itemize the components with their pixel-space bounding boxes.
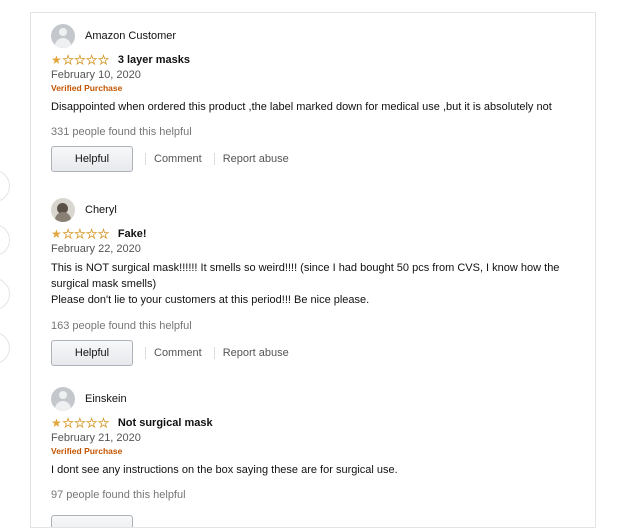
star-empty-icon: ★ [86, 416, 98, 430]
helpful-count: 163 people found this helpful [51, 320, 192, 332]
star-empty-icon: ★ [86, 227, 98, 241]
helpful-count: 97 people found this helpful [51, 489, 186, 501]
star-empty-icon: ★ [98, 53, 110, 67]
review-title[interactable]: Not surgical mask [118, 417, 213, 429]
star-filled-icon: ★ [51, 227, 62, 241]
star-empty-icon: ★ [98, 416, 110, 430]
circle-icon [0, 332, 10, 364]
star-empty-icon: ★ [74, 227, 86, 241]
star-filled-icon: ★ [51, 416, 62, 430]
review-body: This is NOT surgical mask!!!!!! It smell… [51, 262, 560, 290]
helpful-button[interactable]: Helpful [51, 146, 133, 172]
star-rating[interactable]: ★ ★ ★ ★ ★ [51, 416, 110, 430]
star-empty-icon: ★ [86, 53, 98, 67]
default-avatar-icon [51, 24, 75, 48]
circle-icon [0, 224, 10, 256]
circle-icon [0, 170, 10, 202]
star-rating[interactable]: ★ ★ ★ ★ ★ [51, 53, 110, 67]
comment-link[interactable]: Comment [154, 153, 202, 165]
reviewer-profile[interactable]: Amazon Customer [51, 23, 591, 49]
reviewer-name[interactable]: Cheryl [85, 204, 117, 216]
divider [145, 153, 146, 165]
default-avatar-icon [51, 387, 75, 411]
review-title[interactable]: 3 layer masks [118, 54, 190, 66]
reviewer-profile[interactable]: Einskein [51, 386, 591, 412]
verified-purchase-badge: Verified Purchase [51, 83, 123, 93]
review-2: Cheryl ★ ★ ★ ★ ★ Fake! February 22, 2020… [51, 197, 591, 366]
verified-purchase-badge: Verified Purchase [51, 446, 123, 456]
divider [213, 153, 215, 165]
divider [213, 347, 215, 359]
helpful-count: 331 people found this helpful [51, 126, 192, 138]
star-rating[interactable]: ★ ★ ★ ★ ★ [51, 227, 110, 241]
review-date: February 22, 2020 [51, 243, 141, 255]
helpful-button[interactable]: Helpful [51, 340, 133, 366]
reviewer-name[interactable]: Amazon Customer [85, 30, 176, 42]
photo-avatar-icon [51, 198, 75, 222]
reviews-panel: Amazon Customer ★ ★ ★ ★ ★ 3 layer masks … [30, 12, 596, 528]
comment-link[interactable]: Comment [154, 347, 202, 359]
star-empty-icon: ★ [62, 53, 74, 67]
review-date: February 10, 2020 [51, 69, 141, 81]
review-1: Amazon Customer ★ ★ ★ ★ ★ 3 layer masks … [51, 23, 591, 172]
review-body: I dont see any instructions on the box s… [51, 464, 398, 476]
star-empty-icon: ★ [62, 416, 74, 430]
review-title[interactable]: Fake! [118, 228, 147, 240]
star-empty-icon: ★ [74, 416, 86, 430]
divider [145, 347, 146, 359]
star-filled-icon: ★ [51, 53, 62, 67]
reviewer-name[interactable]: Einskein [85, 393, 127, 405]
star-empty-icon: ★ [62, 227, 74, 241]
reviewer-profile[interactable]: Cheryl [51, 197, 591, 223]
review-body: Disappointed when ordered this product ,… [51, 101, 552, 113]
star-empty-icon: ★ [98, 227, 110, 241]
left-decoration [0, 170, 10, 386]
report-abuse-link[interactable]: Report abuse [223, 153, 289, 165]
review-3: Einskein ★ ★ ★ ★ ★ Not surgical mask Feb… [51, 386, 591, 501]
review-date: February 21, 2020 [51, 432, 141, 444]
circle-icon [0, 278, 10, 310]
star-empty-icon: ★ [74, 53, 86, 67]
report-abuse-link[interactable]: Report abuse [223, 347, 289, 359]
review-body-2: Please don't lie to your customers at th… [51, 294, 370, 306]
helpful-button-partial[interactable] [51, 515, 133, 527]
